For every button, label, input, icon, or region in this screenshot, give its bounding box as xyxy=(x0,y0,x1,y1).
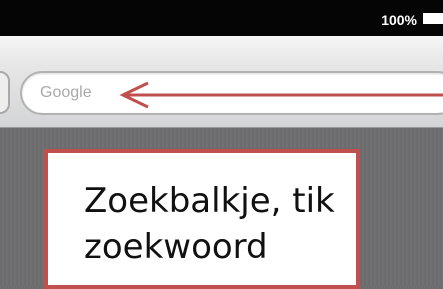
battery-percentage: 100% xyxy=(381,12,417,28)
annotation-line: zoekwoord xyxy=(84,227,268,267)
annotation-line: Zoekbalkje, tik xyxy=(84,181,335,221)
annotation-callout: Zoekbalkje, tik zoekwoord xyxy=(44,149,360,289)
search-placeholder: Google xyxy=(40,84,92,101)
annotation-text: Zoekbalkje, tik zoekwoord xyxy=(84,178,335,270)
status-bar: 100% xyxy=(0,0,443,36)
annotation-arrow xyxy=(119,81,443,109)
address-bar-button[interactable] xyxy=(0,71,10,114)
battery-full-icon xyxy=(423,13,443,24)
